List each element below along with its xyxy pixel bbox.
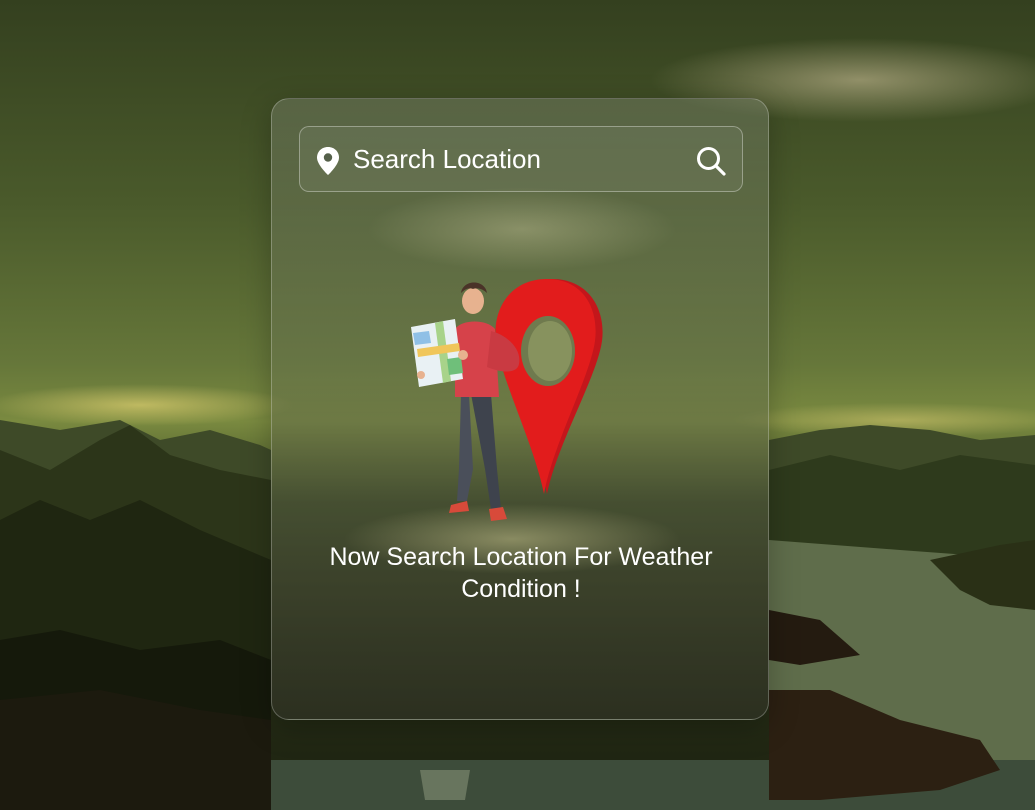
map-reading-illustration — [411, 279, 603, 521]
empty-state-message: Now Search Location For Weather Conditio… — [329, 543, 713, 603]
weather-card: Now Search Location For Weather Conditio… — [271, 98, 769, 720]
search-bar[interactable] — [299, 126, 743, 192]
map-pin-icon — [317, 147, 339, 175]
search-input[interactable] — [353, 139, 683, 179]
location-pin-graphic — [495, 279, 603, 494]
search-icon[interactable] — [695, 145, 727, 177]
